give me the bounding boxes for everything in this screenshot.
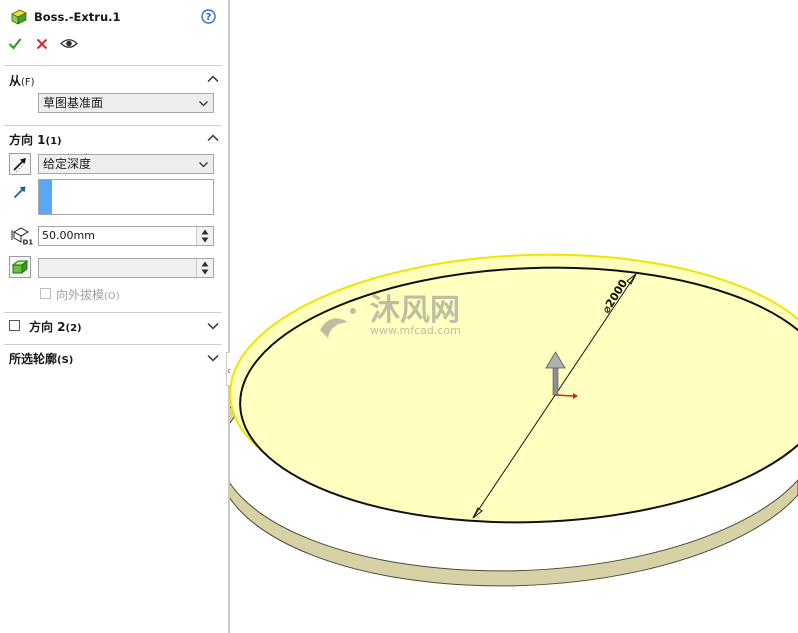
- draft-angle-input[interactable]: [38, 258, 214, 278]
- direction1-title: 方向 1: [9, 133, 46, 147]
- depth-dimension-icon: D1: [11, 227, 34, 247]
- property-manager-panel: Boss.-Extru.1 ? 从(F) 草图基准面 方向 1(1) 给定深度 …: [0, 0, 228, 633]
- direction-selection-box[interactable]: [38, 179, 214, 215]
- chevron-down-icon[interactable]: [206, 319, 220, 333]
- contours-title: 所选轮廓: [9, 352, 58, 366]
- from-select[interactable]: 草图基准面: [38, 93, 214, 113]
- graphics-viewport[interactable]: 沐风网 www.mfcad.com ⌀2000: [230, 0, 798, 633]
- model-view[interactable]: 沐风网 www.mfcad.com ⌀2000: [230, 0, 798, 633]
- draft-spinner[interactable]: [196, 259, 213, 277]
- svg-text:?: ?: [206, 12, 212, 23]
- spin-up-icon[interactable]: [200, 260, 210, 268]
- chevron-down-icon: [199, 162, 208, 168]
- spin-up-icon[interactable]: [200, 228, 210, 236]
- chevron-up-icon[interactable]: [206, 72, 220, 86]
- boss-extrude-icon: [11, 9, 27, 25]
- chevron-down-icon[interactable]: [206, 351, 220, 365]
- spin-down-icon[interactable]: [200, 236, 210, 244]
- direction1-header[interactable]: 方向 1(1): [9, 131, 62, 148]
- chevron-down-icon: [199, 101, 208, 107]
- direction-vector-icon: [13, 186, 26, 199]
- draft-icon: [11, 260, 29, 274]
- reverse-direction-icon: [13, 158, 27, 173]
- direction2-mnemonic: (2): [65, 323, 82, 334]
- from-select-value: 草图基准面: [43, 96, 104, 110]
- depth-input[interactable]: 50.00mm: [38, 226, 214, 246]
- eye-icon[interactable]: [60, 37, 78, 50]
- separator: [4, 65, 222, 66]
- separator: [4, 312, 222, 313]
- contours-mnemonic: (S): [57, 355, 74, 366]
- end-condition-value: 给定深度: [43, 157, 92, 171]
- direction2-title: 方向 2: [29, 320, 66, 334]
- direction2-checkbox[interactable]: [9, 320, 20, 331]
- watermark-brand: 沐风网: [370, 293, 460, 328]
- draft-outward-label-group: 向外拔模(O): [56, 286, 120, 303]
- from-section-title: 从: [9, 74, 22, 88]
- contours-header[interactable]: 所选轮廓(S): [9, 350, 73, 367]
- from-section-header[interactable]: 从(F): [9, 72, 35, 89]
- direction1-mnemonic: (1): [45, 136, 62, 147]
- reverse-direction-button[interactable]: [9, 153, 31, 175]
- draft-outward-mnemonic: (O): [104, 291, 120, 302]
- feature-title: Boss.-Extru.1: [34, 10, 121, 24]
- close-icon[interactable]: [36, 38, 48, 50]
- watermark-dot: [350, 308, 356, 314]
- draft-outward-label: 向外拔模: [56, 288, 105, 302]
- svg-text:D1: D1: [23, 239, 34, 247]
- from-section-mnemonic: (F): [21, 77, 35, 88]
- depth-spinner[interactable]: [196, 227, 213, 245]
- spin-down-icon[interactable]: [200, 268, 210, 276]
- draft-toggle-button[interactable]: [9, 256, 31, 278]
- draft-outward-checkbox[interactable]: [40, 288, 51, 299]
- selection-focus-bar: [39, 180, 52, 214]
- separator: [4, 125, 222, 126]
- separator: [4, 344, 222, 345]
- direction2-header[interactable]: 方向 2(2): [29, 318, 82, 335]
- question-circle-icon[interactable]: ?: [201, 9, 216, 24]
- watermark-url: www.mfcad.com: [370, 324, 461, 337]
- depth-value: 50.00mm: [42, 229, 95, 242]
- chevron-up-icon[interactable]: [206, 131, 220, 145]
- end-condition-select[interactable]: 给定深度: [38, 154, 214, 174]
- checkmark-icon[interactable]: [8, 37, 22, 50]
